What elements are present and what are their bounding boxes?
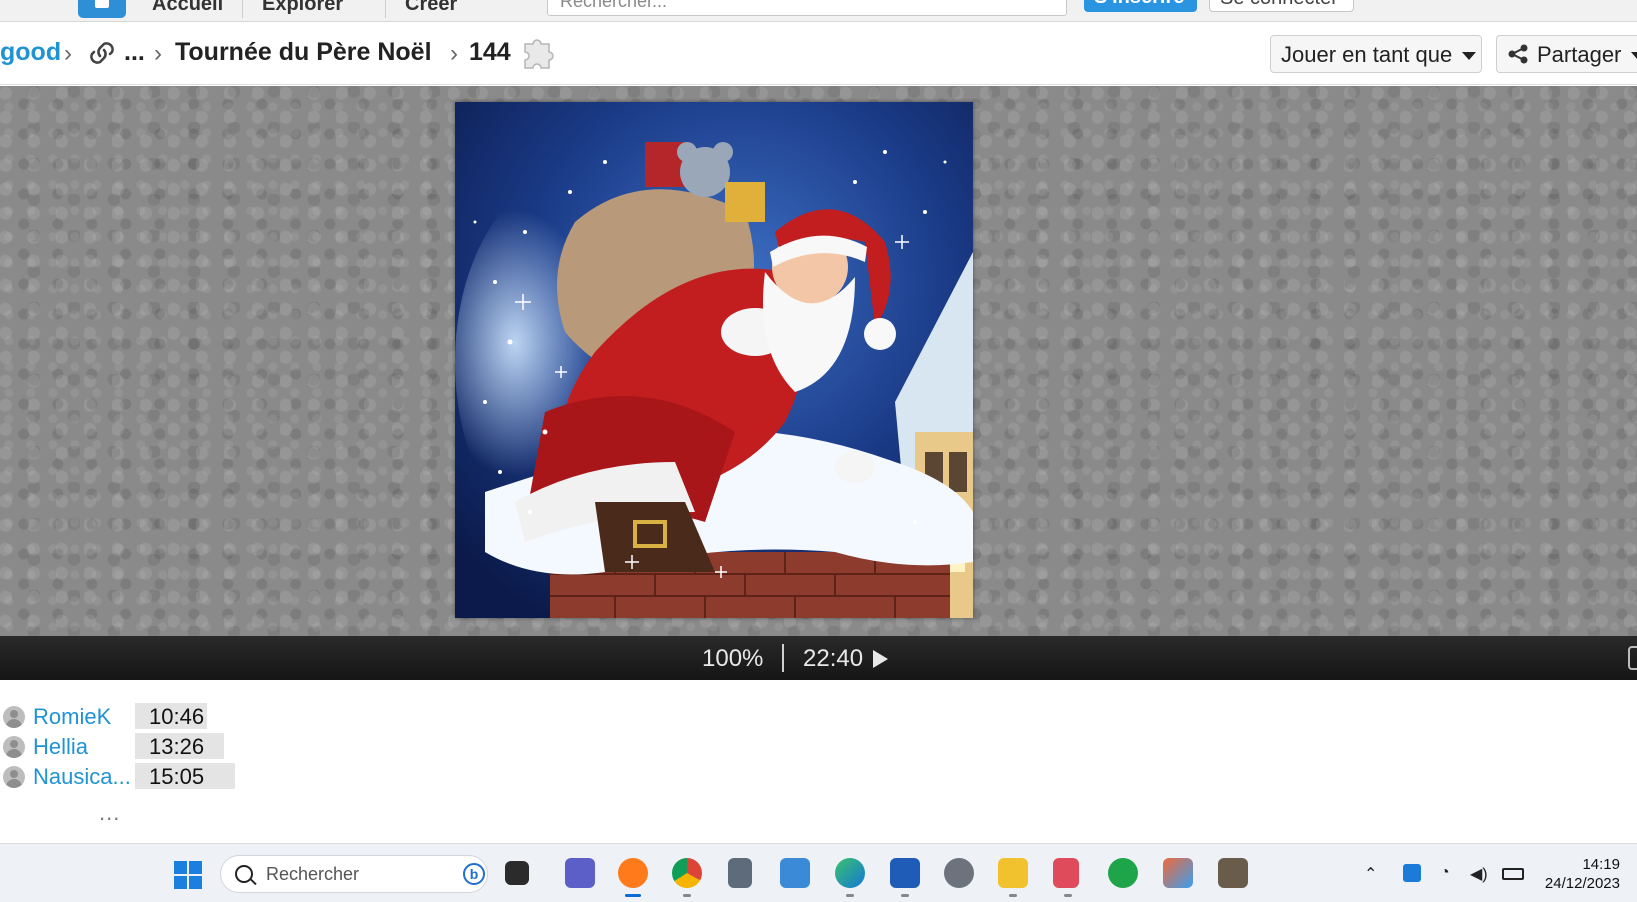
avatar — [3, 766, 25, 788]
firefox-icon[interactable] — [618, 858, 648, 897]
player-name[interactable]: Nausica... — [33, 764, 131, 790]
player-time: 13:26 — [135, 733, 224, 759]
paint-icon[interactable] — [1163, 858, 1193, 888]
breadcrumb: good › ... › Tournée du Père Noël › 144 … — [0, 23, 1637, 85]
os-taskbar: Rechercher b ⌃ ◔ ◀) 14:19 24/12/2023 — [0, 843, 1637, 902]
chevron-right-icon: › — [64, 40, 72, 67]
control-panel-icon[interactable] — [780, 858, 810, 888]
bing-icon[interactable]: b — [463, 863, 485, 885]
wifi-icon[interactable]: ◔ — [1440, 864, 1450, 882]
share-icon — [1508, 44, 1528, 64]
clock-date: 24/12/2023 — [1544, 875, 1620, 892]
settings-icon[interactable] — [944, 858, 974, 888]
home-icon[interactable] — [78, 0, 126, 18]
play-as-label: Jouer en tant que — [1281, 42, 1453, 67]
timer: 22:40 — [803, 645, 864, 672]
gimp-icon[interactable] — [1218, 858, 1248, 888]
puzzle-image[interactable] — [455, 102, 973, 618]
caret-down-icon — [1462, 52, 1477, 61]
player-name[interactable]: RomieK — [33, 704, 111, 730]
play-as-dropdown[interactable]: Jouer en tant que — [1270, 35, 1482, 73]
defender-icon[interactable] — [1403, 864, 1421, 882]
play-icon[interactable] — [873, 650, 888, 668]
breadcrumb-ellipsis[interactable]: ... — [124, 38, 145, 67]
chevron-right-icon: › — [450, 40, 458, 67]
player-time: 10:46 — [135, 703, 207, 729]
chevron-right-icon: › — [154, 40, 162, 67]
player-time: 15:05 — [135, 763, 235, 789]
signup-button[interactable]: S'inscrire — [1084, 0, 1197, 12]
taskbar-search-placeholder: Rechercher — [266, 864, 360, 884]
snipping-tool-icon[interactable] — [1053, 858, 1079, 897]
taskbar-search-input[interactable]: Rechercher b — [220, 855, 488, 893]
whatsapp-icon[interactable] — [1108, 858, 1138, 888]
system-clock[interactable]: 14:19 24/12/2023 — [1540, 855, 1620, 893]
volume-icon[interactable]: ◀) — [1470, 864, 1488, 884]
search-icon — [235, 865, 253, 883]
nav-explorer[interactable]: Explorer — [262, 0, 343, 16]
file-explorer-icon[interactable] — [998, 858, 1028, 897]
chevron-up-icon[interactable]: ⌃ — [1364, 864, 1377, 884]
calculator-icon[interactable] — [728, 858, 752, 888]
top-navigation: Accueil Explorer Créer Rechercher... S'i… — [0, 0, 1637, 22]
piece-count: 144 — [469, 38, 511, 66]
breadcrumb-root-link[interactable]: good — [0, 38, 61, 67]
player-name[interactable]: Hellia — [33, 734, 88, 760]
edge-icon[interactable] — [835, 858, 865, 897]
chrome-icon[interactable] — [672, 858, 702, 897]
puzzle-control-bar: 100% 22:40 — [0, 636, 1637, 680]
clock-time: 14:19 — [1582, 856, 1620, 873]
avatar — [3, 706, 25, 728]
share-label: Partager — [1537, 42, 1622, 67]
nav-divider — [385, 0, 386, 18]
link-icon[interactable] — [86, 39, 118, 67]
nav-creer[interactable]: Créer — [405, 0, 457, 16]
login-button[interactable]: Se connecter — [1209, 0, 1354, 12]
caret-down-icon — [1631, 52, 1637, 61]
site-search-input[interactable]: Rechercher... — [547, 0, 1067, 16]
puzzle-title: Tournée du Père Noël — [175, 38, 432, 66]
windows-start-icon[interactable] — [174, 861, 202, 889]
avatar — [3, 736, 25, 758]
fullscreen-icon[interactable] — [1628, 646, 1637, 670]
nav-accueil[interactable]: Accueil — [152, 0, 223, 16]
battery-icon[interactable] — [1502, 868, 1524, 880]
leaderboard-more[interactable]: ... — [99, 800, 120, 826]
puzzle-piece-icon — [524, 39, 554, 69]
word-icon[interactable] — [890, 858, 920, 897]
control-divider — [782, 644, 784, 672]
nav-divider — [242, 0, 243, 18]
teams-icon[interactable] — [565, 858, 595, 888]
share-dropdown[interactable]: Partager — [1496, 35, 1637, 73]
zoom-level[interactable]: 100% — [702, 645, 763, 673]
task-view-icon[interactable] — [505, 861, 529, 885]
